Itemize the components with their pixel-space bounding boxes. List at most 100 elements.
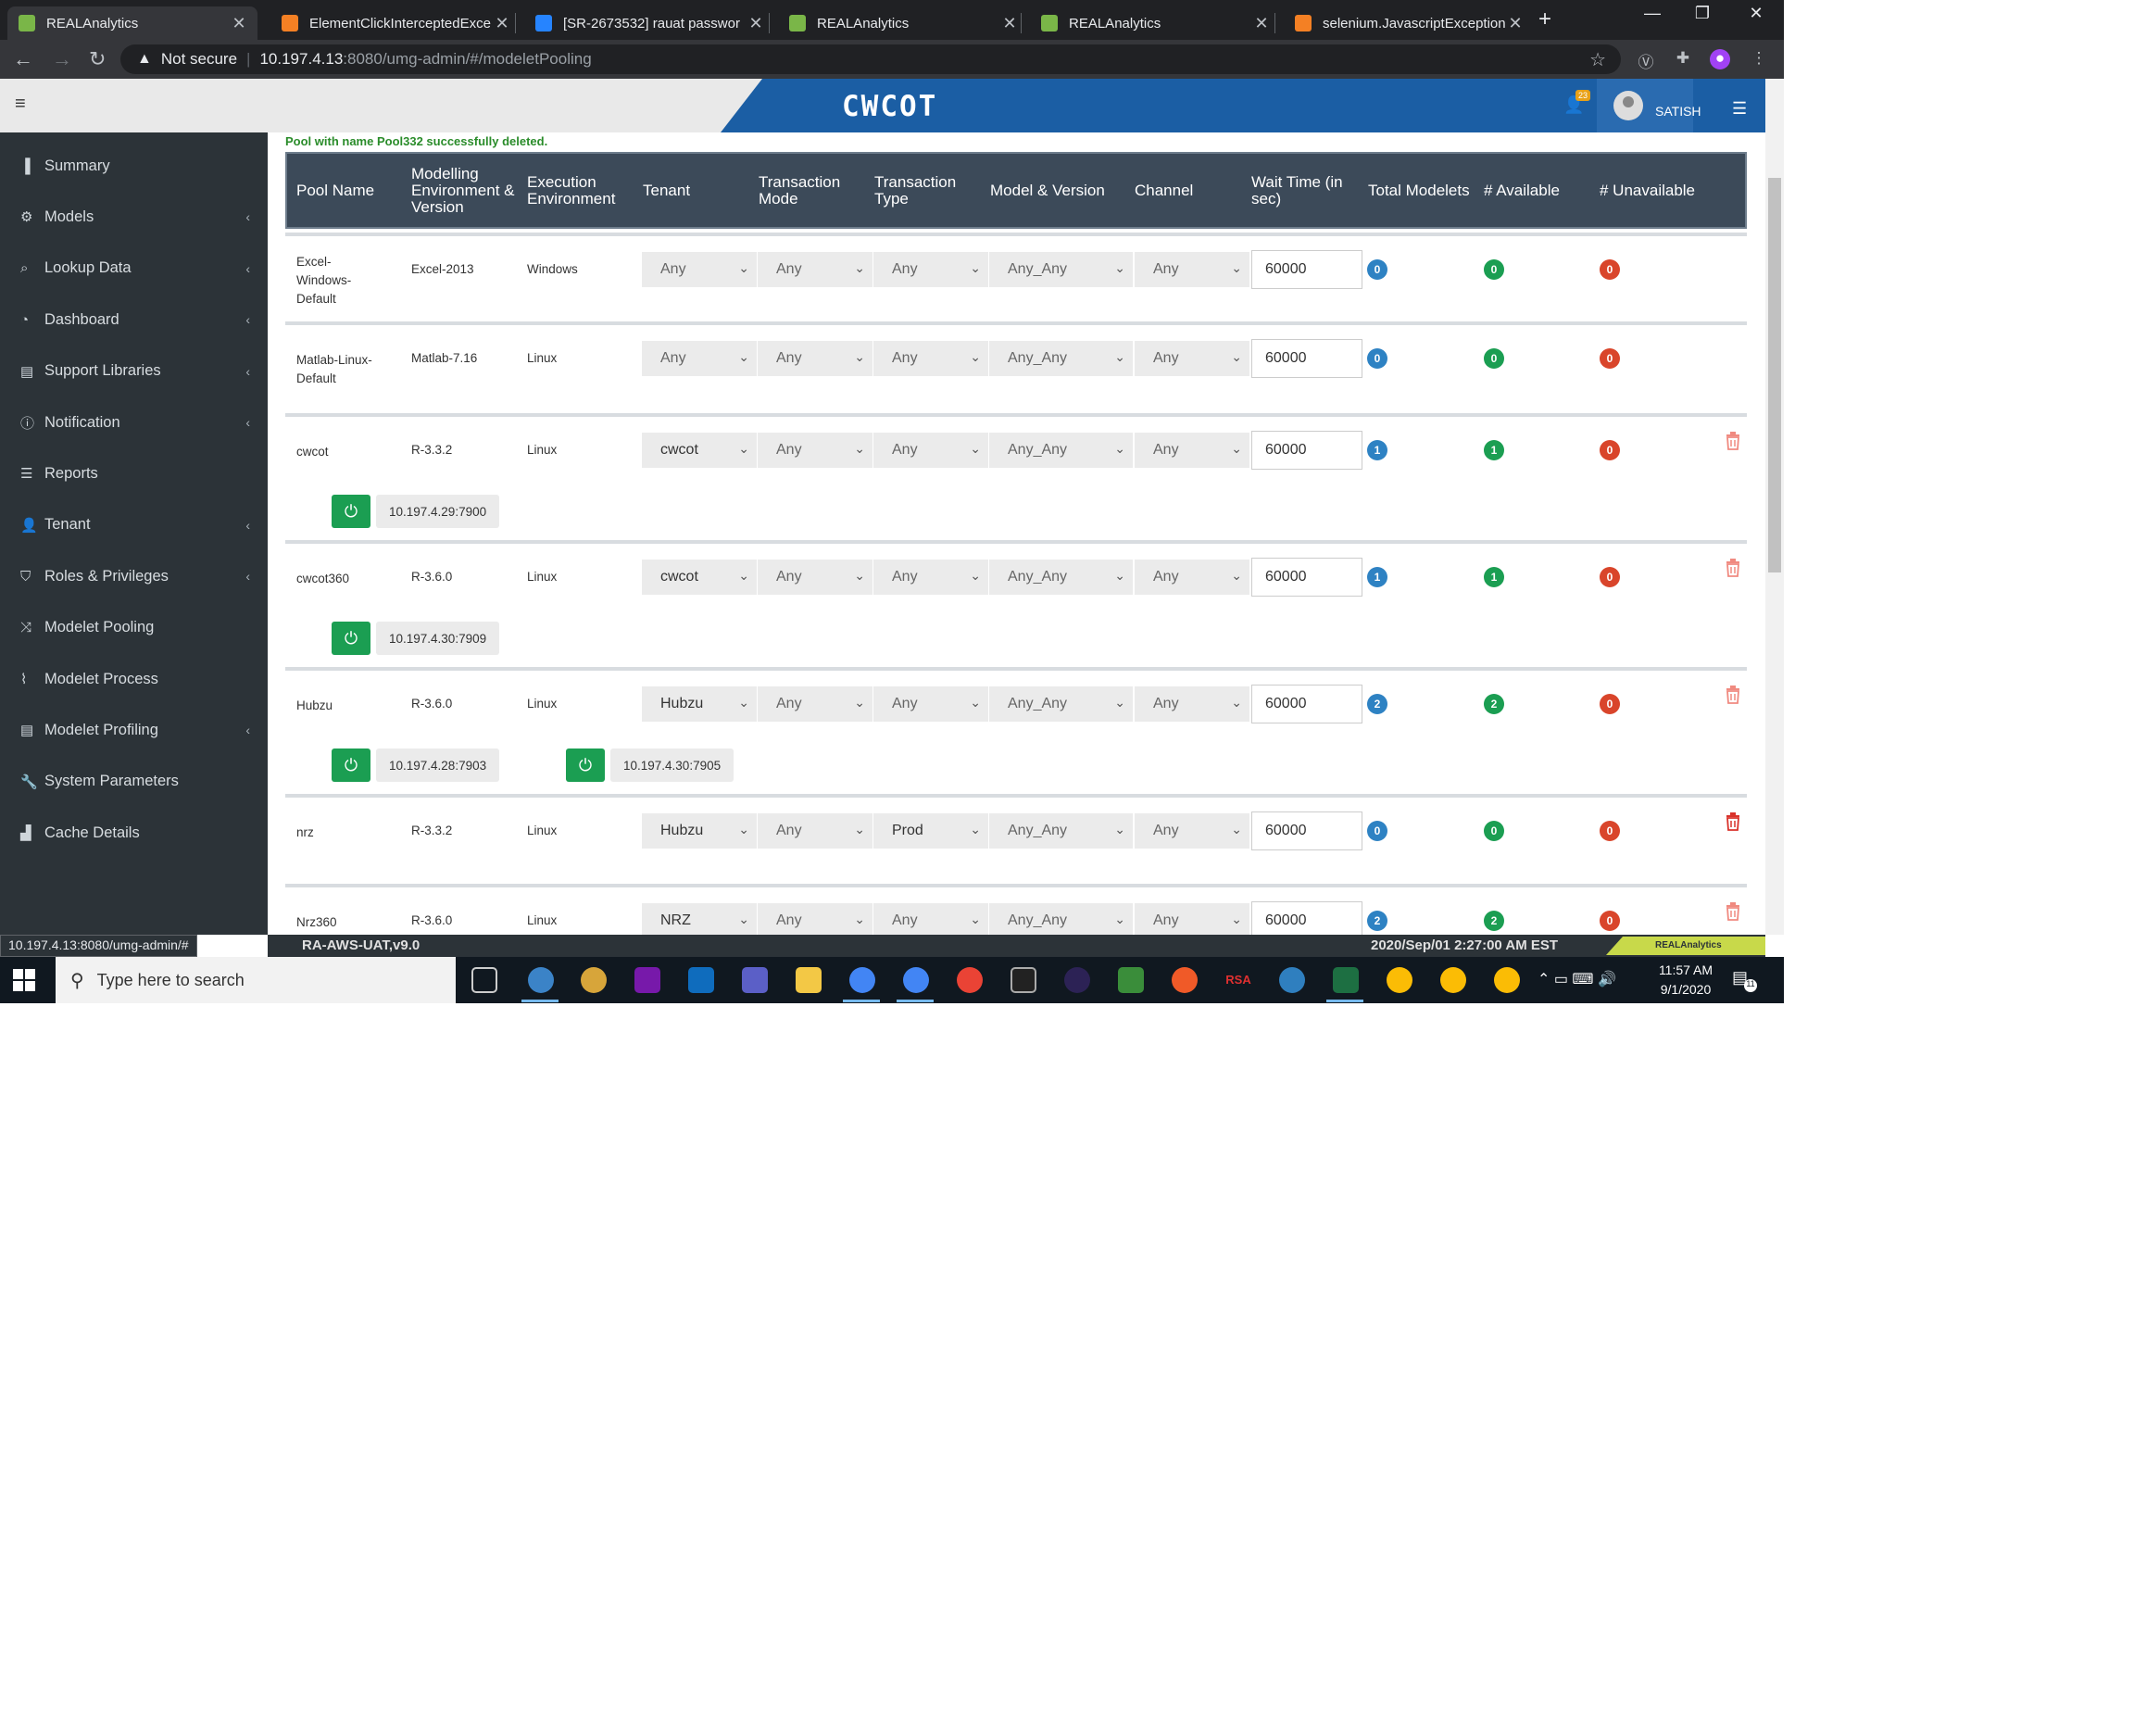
tenant-select[interactable]: NRZ ⌄ <box>642 903 757 935</box>
trash-icon[interactable] <box>1725 559 1741 577</box>
browser-tab[interactable]: [SR-2673532] rauat passwor ✕ <box>524 6 774 40</box>
bookmark-star-icon[interactable]: ☆ <box>1589 48 1606 71</box>
chrome-icon[interactable] <box>903 967 929 993</box>
transaction-type-select[interactable]: Any ⌄ <box>873 560 988 595</box>
transaction-mode-select[interactable]: Any ⌄ <box>758 560 872 595</box>
channel-select[interactable]: Any ⌄ <box>1135 813 1249 849</box>
outlook-icon[interactable] <box>688 967 714 993</box>
sidebar-item-reports[interactable]: ☰ Reports <box>20 463 250 484</box>
channel-select[interactable]: Any ⌄ <box>1135 560 1249 595</box>
channel-select[interactable]: Any ⌄ <box>1135 433 1249 468</box>
transaction-mode-select[interactable]: Any ⌄ <box>758 903 872 935</box>
power-button[interactable]: ⏻ <box>332 495 370 528</box>
sidebar-item-system-parameters[interactable]: 🔧 System Parameters <box>20 772 250 792</box>
browser-tab[interactable]: REALAnalytics ✕ <box>7 6 257 40</box>
channel-select[interactable]: Any ⌄ <box>1135 686 1249 722</box>
windows-start-icon[interactable] <box>13 969 35 991</box>
new-tab-button[interactable]: + <box>1538 6 1551 32</box>
wait-time-input[interactable]: 60000 <box>1251 250 1362 289</box>
transaction-type-select[interactable]: Any ⌄ <box>873 341 988 376</box>
transaction-mode-select[interactable]: Any ⌄ <box>758 433 872 468</box>
power-button[interactable]: ⏻ <box>332 622 370 655</box>
tenant-select[interactable]: cwcot ⌄ <box>642 560 757 595</box>
sidebar-item-modelet-profiling[interactable]: ▤ Modelet Profiling ‹ <box>20 720 250 740</box>
trash-icon[interactable] <box>1725 432 1741 450</box>
transaction-type-select[interactable]: Prod ⌄ <box>873 813 988 849</box>
transaction-type-select[interactable]: Any ⌄ <box>873 686 988 722</box>
model-version-select[interactable]: Any_Any ⌄ <box>989 813 1133 849</box>
sidebar-item-summary[interactable]: ▐ Summary <box>20 156 250 176</box>
wait-time-input[interactable]: 60000 <box>1251 431 1362 470</box>
tenant-select[interactable]: Any ⌄ <box>642 252 757 287</box>
menu-list-icon[interactable]: ☰ <box>1732 99 1747 119</box>
terminal-icon[interactable] <box>1011 967 1036 993</box>
chrome-icon[interactable] <box>1440 967 1466 993</box>
restore-button[interactable]: ❐ <box>1684 4 1721 23</box>
system-tray-icons[interactable]: ⌃ ▭ ⌨ 🔊 <box>1538 970 1616 988</box>
back-icon[interactable]: ← <box>13 47 33 71</box>
chrome-icon[interactable] <box>1387 967 1412 993</box>
sidebar-toggle-icon[interactable]: ≡ <box>15 94 26 115</box>
extensions-puzzle-icon[interactable]: ✚ <box>1673 49 1693 69</box>
profile-icon[interactable]: ● <box>1710 49 1730 69</box>
sidebar-item-notification[interactable]: ⓘ Notification ‹ <box>20 412 250 433</box>
tab-close-icon[interactable]: ✕ <box>747 14 765 33</box>
wait-time-input[interactable]: 60000 <box>1251 685 1362 723</box>
tab-close-icon[interactable]: ✕ <box>1506 14 1525 33</box>
tab-close-icon[interactable]: ✕ <box>1000 14 1019 33</box>
chrome-icon[interactable] <box>1494 967 1520 993</box>
close-window-button[interactable]: ✕ <box>1738 4 1775 23</box>
forward-icon[interactable]: → <box>52 47 72 71</box>
address-bar[interactable]: ▲ Not secure | 10.197.4.13 :8080/umg-adm… <box>120 44 1621 74</box>
browser-tab[interactable]: REALAnalytics ✕ <box>778 6 1028 40</box>
username[interactable]: SATISH <box>1655 104 1701 119</box>
model-version-select[interactable]: Any_Any ⌄ <box>989 686 1133 722</box>
sidebar-item-tenant[interactable]: 👤 Tenant ‹ <box>20 515 250 535</box>
tenant-select[interactable]: Hubzu ⌄ <box>642 686 757 722</box>
file-explorer-icon[interactable] <box>796 967 822 993</box>
sidebar-item-models[interactable]: ⚙ Models ‹ <box>20 207 250 227</box>
wait-time-input[interactable]: 60000 <box>1251 901 1362 935</box>
model-version-select[interactable]: Any_Any ⌄ <box>989 433 1133 468</box>
sidebar-item-support-libraries[interactable]: ▤ Support Libraries ‹ <box>20 361 250 382</box>
sidebar-item-modelet-process[interactable]: ⌇ Modelet Process <box>20 669 250 689</box>
transaction-mode-select[interactable]: Any ⌄ <box>758 813 872 849</box>
scrollbar-thumb[interactable] <box>1768 178 1781 572</box>
chrome-icon[interactable] <box>957 967 983 993</box>
sidebar-item-lookup-data[interactable]: ⌕ Lookup Data ‹ <box>20 258 250 279</box>
taskbar-search[interactable]: ⚲ Type here to search <box>56 957 456 1003</box>
transaction-type-select[interactable]: Any ⌄ <box>873 433 988 468</box>
tab-close-icon[interactable]: ✕ <box>493 14 511 33</box>
model-version-select[interactable]: Any_Any ⌄ <box>989 252 1133 287</box>
channel-select[interactable]: Any ⌄ <box>1135 252 1249 287</box>
tenant-select[interactable]: cwcot ⌄ <box>642 433 757 468</box>
app-icon[interactable] <box>528 967 554 993</box>
minimize-button[interactable]: — <box>1634 4 1671 23</box>
taskbar-clock[interactable]: 11:57 AM 9/1/2020 <box>1649 961 1723 1000</box>
onenote-icon[interactable] <box>634 967 660 993</box>
globe-icon[interactable] <box>1279 967 1305 993</box>
wait-time-input[interactable]: 60000 <box>1251 558 1362 597</box>
chrome-icon[interactable] <box>849 967 875 993</box>
transaction-mode-select[interactable]: Any ⌄ <box>758 341 872 376</box>
channel-select[interactable]: Any ⌄ <box>1135 903 1249 935</box>
channel-select[interactable]: Any ⌄ <box>1135 341 1249 376</box>
app-icon[interactable] <box>581 967 607 993</box>
transaction-type-select[interactable]: Any ⌄ <box>873 252 988 287</box>
avatar[interactable] <box>1613 91 1643 120</box>
app-icon[interactable] <box>1118 967 1144 993</box>
browser-tab[interactable]: REALAnalytics ✕ <box>1030 6 1280 40</box>
model-version-select[interactable]: Any_Any ⌄ <box>989 903 1133 935</box>
tenant-select[interactable]: Any ⌄ <box>642 341 757 376</box>
sidebar-item-cache-details[interactable]: ▟ Cache Details <box>20 823 250 843</box>
model-version-select[interactable]: Any_Any ⌄ <box>989 341 1133 376</box>
app-icon[interactable] <box>1172 967 1198 993</box>
wait-time-input[interactable]: 60000 <box>1251 339 1362 378</box>
transaction-mode-select[interactable]: Any ⌄ <box>758 686 872 722</box>
trash-icon[interactable] <box>1725 686 1741 704</box>
eclipse-icon[interactable] <box>1064 967 1090 993</box>
wait-time-input[interactable]: 60000 <box>1251 811 1362 850</box>
sidebar-item-modelet-pooling[interactable]: ⤨ Modelet Pooling <box>20 618 250 638</box>
excel-icon[interactable] <box>1333 967 1359 993</box>
transaction-type-select[interactable]: Any ⌄ <box>873 903 988 935</box>
